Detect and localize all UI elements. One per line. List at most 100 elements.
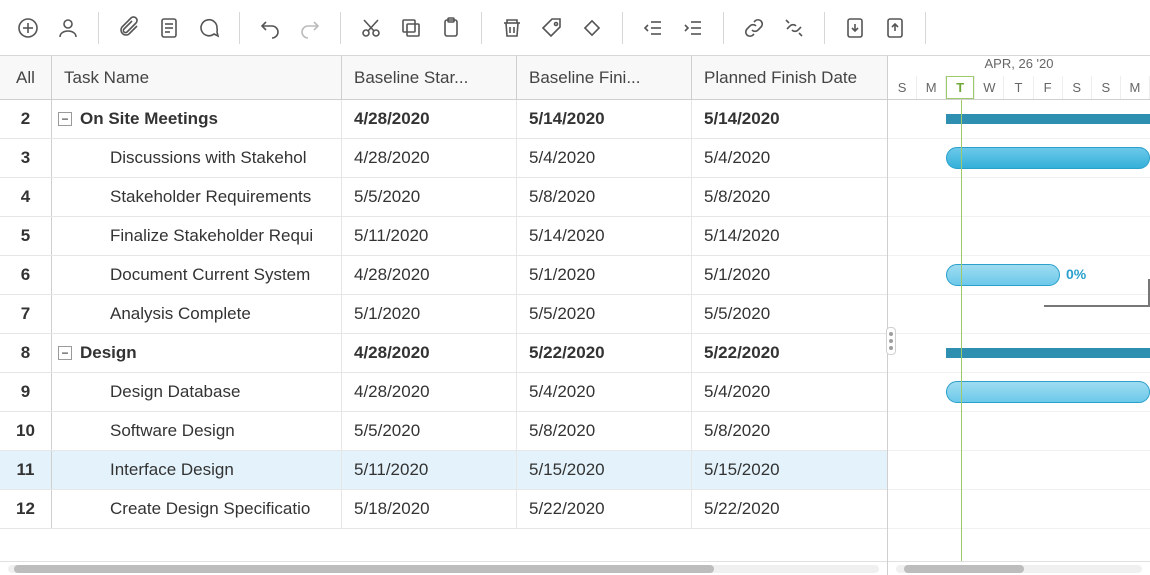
task-name-cell[interactable]: Stakeholder Requirements [52,178,342,216]
row-index[interactable]: 10 [0,412,52,450]
date-cell[interactable]: 5/8/2020 [692,412,887,450]
splitter-handle[interactable] [886,327,896,355]
date-cell[interactable]: 5/22/2020 [692,490,887,528]
task-row[interactable]: 6Document Current System4/28/20205/1/202… [0,256,887,295]
date-cell[interactable]: 5/8/2020 [517,412,692,450]
summary-bar[interactable] [946,114,1150,124]
row-index[interactable]: 4 [0,178,52,216]
date-cell[interactable]: 5/1/2020 [517,256,692,294]
date-cell[interactable]: 5/5/2020 [342,178,517,216]
row-index[interactable]: 6 [0,256,52,294]
date-cell[interactable]: 5/14/2020 [517,100,692,138]
task-row[interactable]: 7Analysis Complete5/1/20205/5/20205/5/20… [0,295,887,334]
delete-button[interactable] [492,8,532,48]
date-cell[interactable]: 4/28/2020 [342,334,517,372]
indent-button[interactable] [673,8,713,48]
row-index[interactable]: 9 [0,373,52,411]
date-cell[interactable]: 5/1/2020 [692,256,887,294]
date-cell[interactable]: 5/22/2020 [517,334,692,372]
comment-button[interactable] [189,8,229,48]
notes-button[interactable] [149,8,189,48]
paste-button[interactable] [431,8,471,48]
task-name-cell[interactable]: −Design [52,334,342,372]
task-row[interactable]: 12Create Design Specificatio5/18/20205/2… [0,490,887,529]
date-cell[interactable]: 5/15/2020 [517,451,692,489]
date-cell[interactable]: 4/28/2020 [342,139,517,177]
grid-header-idx[interactable]: All [0,56,52,99]
redo-button[interactable] [290,8,330,48]
timeline-body[interactable]: 0% [888,100,1150,561]
grid-hscroll[interactable] [0,561,887,575]
cut-button[interactable] [351,8,391,48]
grid-header-name[interactable]: Task Name [52,56,342,99]
copy-button[interactable] [391,8,431,48]
date-cell[interactable]: 4/28/2020 [342,100,517,138]
row-index[interactable]: 3 [0,139,52,177]
date-cell[interactable]: 5/4/2020 [517,373,692,411]
task-name-cell[interactable]: −On Site Meetings [52,100,342,138]
date-cell[interactable]: 5/11/2020 [342,451,517,489]
summary-bar[interactable] [946,348,1150,358]
task-name-cell[interactable]: Design Database [52,373,342,411]
date-cell[interactable]: 5/5/2020 [517,295,692,333]
date-cell[interactable]: 5/11/2020 [342,217,517,255]
date-cell[interactable]: 5/5/2020 [342,412,517,450]
undo-button[interactable] [250,8,290,48]
tag-button[interactable] [532,8,572,48]
date-cell[interactable]: 5/22/2020 [517,490,692,528]
grid-header-baseline-start[interactable]: Baseline Star... [342,56,517,99]
row-index[interactable]: 7 [0,295,52,333]
task-row[interactable]: 10Software Design5/5/20205/8/20205/8/202… [0,412,887,451]
task-name-cell[interactable]: Create Design Specificatio [52,490,342,528]
task-bar[interactable] [946,264,1060,286]
task-name-cell[interactable]: Document Current System [52,256,342,294]
row-index[interactable]: 8 [0,334,52,372]
date-cell[interactable]: 5/5/2020 [692,295,887,333]
expander-icon[interactable]: − [58,346,72,360]
row-index[interactable]: 11 [0,451,52,489]
date-cell[interactable]: 5/4/2020 [692,373,887,411]
date-cell[interactable]: 5/8/2020 [692,178,887,216]
date-cell[interactable]: 5/15/2020 [692,451,887,489]
export-button[interactable] [875,8,915,48]
task-name-cell[interactable]: Discussions with Stakehol [52,139,342,177]
task-name-cell[interactable]: Interface Design [52,451,342,489]
task-row[interactable]: 11Interface Design5/11/20205/15/20205/15… [0,451,887,490]
date-cell[interactable]: 5/14/2020 [517,217,692,255]
date-cell[interactable]: 5/14/2020 [692,100,887,138]
task-row[interactable]: 5Finalize Stakeholder Requi5/11/20205/14… [0,217,887,256]
import-button[interactable] [835,8,875,48]
add-button[interactable] [8,8,48,48]
task-name-cell[interactable]: Finalize Stakeholder Requi [52,217,342,255]
grid-header-planned-finish[interactable]: Planned Finish Date [692,56,887,99]
grid-header-baseline-finish[interactable]: Baseline Fini... [517,56,692,99]
date-cell[interactable]: 5/18/2020 [342,490,517,528]
date-cell[interactable]: 4/28/2020 [342,373,517,411]
task-row[interactable]: 3Discussions with Stakehol4/28/20205/4/2… [0,139,887,178]
date-cell[interactable]: 5/4/2020 [517,139,692,177]
expander-icon[interactable]: − [58,112,72,126]
task-row[interactable]: 2−On Site Meetings4/28/20205/14/20205/14… [0,100,887,139]
task-row[interactable]: 8−Design4/28/20205/22/20205/22/2020 [0,334,887,373]
unlink-button[interactable] [774,8,814,48]
gantt-hscroll[interactable] [888,561,1150,575]
task-row[interactable]: 9Design Database4/28/20205/4/20205/4/202… [0,373,887,412]
row-index[interactable]: 12 [0,490,52,528]
outdent-button[interactable] [633,8,673,48]
row-index[interactable]: 2 [0,100,52,138]
task-row[interactable]: 4Stakeholder Requirements5/5/2020 5/8/202… [0,178,887,217]
date-cell[interactable]: 5/4/2020 [692,139,887,177]
date-cell[interactable]: 5/14/2020 [692,217,887,255]
row-index[interactable]: 5 [0,217,52,255]
user-button[interactable] [48,8,88,48]
date-cell[interactable]: 5/22/2020 [692,334,887,372]
milestone-button[interactable] [572,8,612,48]
attach-button[interactable] [109,8,149,48]
link-button[interactable] [734,8,774,48]
date-cell[interactable]: 4/28/2020 [342,256,517,294]
task-name-cell[interactable]: Software Design [52,412,342,450]
task-name-cell[interactable]: Analysis Complete [52,295,342,333]
task-bar[interactable] [946,381,1150,403]
date-cell[interactable]: 5/1/2020 [342,295,517,333]
task-bar[interactable] [946,147,1150,169]
